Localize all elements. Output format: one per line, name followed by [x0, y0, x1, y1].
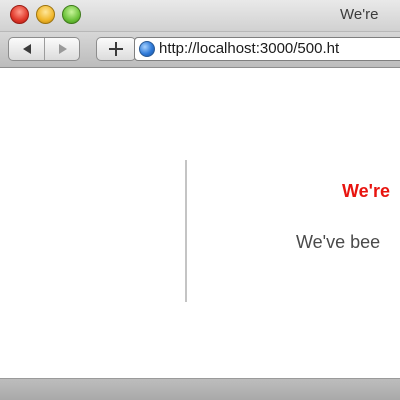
navigation-buttons	[8, 37, 80, 61]
status-bar	[0, 378, 400, 400]
globe-icon	[139, 41, 155, 57]
address-bar[interactable]: http://localhost:3000/500.ht	[134, 37, 400, 61]
back-arrow-icon	[22, 44, 31, 54]
content-divider	[185, 160, 187, 302]
url-text: http://localhost:3000/500.ht	[159, 40, 340, 57]
forward-button[interactable]	[45, 38, 79, 60]
plus-icon	[109, 42, 123, 56]
forward-arrow-icon	[58, 44, 67, 54]
back-button[interactable]	[9, 38, 45, 60]
close-window-button[interactable]	[10, 5, 29, 24]
error-heading: We're	[342, 181, 390, 201]
title-bar: We're	[0, 0, 400, 32]
minimize-window-button[interactable]	[36, 5, 55, 24]
error-message: We've bee	[296, 232, 381, 252]
add-bookmark-button[interactable]	[96, 37, 136, 61]
browser-toolbar: http://localhost:3000/500.ht	[0, 32, 400, 68]
window-title: We're	[340, 6, 379, 23]
zoom-window-button[interactable]	[62, 5, 81, 24]
